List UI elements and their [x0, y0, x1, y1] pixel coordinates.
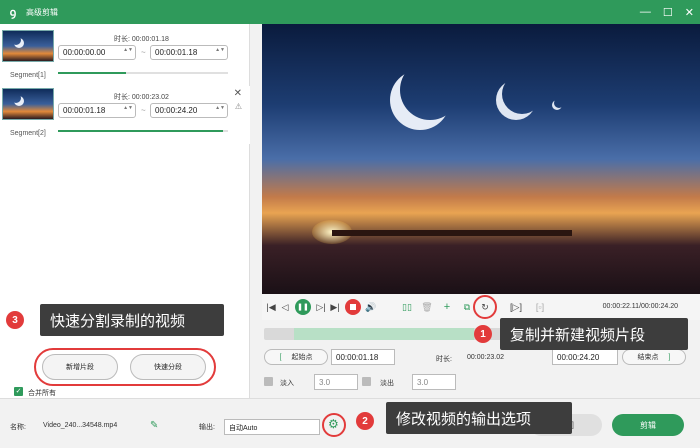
segment-duration: 时长: 00:00:01.18: [114, 36, 169, 43]
video-preview[interactable]: [262, 24, 700, 294]
pier-shape: [332, 230, 572, 236]
segment-end-value: 00:00:01.18: [155, 48, 198, 57]
segment-start-input[interactable]: 00:00:00.00 ▲▼: [58, 45, 136, 60]
segment-label: Segment[2]: [10, 130, 46, 137]
segment-start-value: 00:00:00.00: [63, 48, 106, 57]
minimize-button[interactable]: —: [640, 6, 651, 18]
callout-badge: 3: [6, 311, 24, 329]
edit-name-icon[interactable]: ✎: [150, 420, 158, 431]
range-separator: ~: [141, 106, 146, 115]
end-bracket-icon: ]: [668, 353, 671, 361]
segment-progress-fill: [58, 72, 126, 74]
callout-badge: 2: [356, 412, 374, 430]
skip-end-icon[interactable]: ▶|: [328, 302, 342, 313]
step-back-icon[interactable]: ◁: [278, 302, 292, 313]
set-end-label: 结束点: [637, 354, 659, 361]
segment-label: Segment[1]: [10, 72, 46, 79]
highlight-ring: [34, 348, 216, 386]
timecode-display: 00:00:22.11/00:00:24.20: [602, 303, 678, 310]
moon-shape: [502, 74, 542, 114]
close-button[interactable]: ✕: [685, 6, 694, 19]
delete-icon[interactable]: 🗑: [420, 302, 434, 313]
spinner-icon[interactable]: ▲▼: [123, 47, 133, 53]
callout-output-options: 修改视频的输出选项: [386, 402, 572, 434]
segment-progress-fill: [58, 130, 223, 132]
callout-copy-segment: 复制并新建视频片段: [500, 318, 688, 350]
end-time-input[interactable]: 00:00:24.20: [552, 349, 618, 365]
set-start-button[interactable]: [ 起始点: [264, 349, 328, 365]
pause-button[interactable]: ❚❚: [295, 299, 311, 315]
segment-end-input[interactable]: 00:00:01.18 ▲▼: [150, 45, 228, 60]
fade-in-label: 淡入: [280, 380, 294, 387]
duration-value: 00:00:23.02: [467, 354, 504, 361]
output-label: 输出:: [199, 424, 215, 431]
fade-out-label: 淡出: [380, 380, 394, 387]
snapshot-icon[interactable]: [▫]: [530, 302, 550, 312]
step-forward-icon[interactable]: ▷|: [314, 302, 328, 313]
start-time-input[interactable]: 00:00:01.18: [331, 349, 395, 365]
callout-badge: 1: [474, 325, 492, 343]
name-label: 名称:: [10, 424, 26, 431]
window-title: 高级剪辑: [26, 7, 58, 17]
segment-thumbnail: [2, 30, 54, 62]
add-icon[interactable]: +: [440, 301, 454, 313]
moon-shape: [554, 98, 564, 108]
app-logo-icon: ꝯ: [9, 6, 17, 19]
copy-segment-icon[interactable]: ⧉: [460, 302, 474, 313]
warning-icon: ⚠: [234, 102, 242, 111]
play-range-icon[interactable]: [▷]: [506, 302, 526, 313]
timeline-selected-range[interactable]: [294, 328, 474, 340]
split-icon[interactable]: ▯▯: [400, 302, 414, 313]
duration-label: 时长:: [436, 356, 452, 363]
segment-list-panel: Segment[1] 时长: 00:00:01.18 00:00:00.00 ▲▼…: [0, 24, 250, 398]
file-name: Video_240...34548.mp4: [43, 422, 118, 429]
set-start-label: 起始点: [291, 354, 313, 361]
fade-out-checkbox[interactable]: [362, 377, 371, 386]
moon-shape: [400, 60, 460, 120]
segment-item[interactable]: Segment[2] 时长: 00:00:23.02 00:00:01.18 ▲▼…: [0, 86, 250, 144]
stop-button[interactable]: [345, 299, 361, 315]
segment-duration: 时长: 00:00:23.02: [114, 94, 169, 101]
segment-progress-bar: [58, 130, 228, 132]
stop-icon: [350, 304, 356, 310]
fade-in-checkbox[interactable]: [264, 377, 273, 386]
merge-all-label: 合并所有: [28, 390, 56, 397]
highlight-ring: [322, 413, 346, 437]
spinner-icon[interactable]: ▲▼: [215, 105, 225, 111]
segment-end-input[interactable]: 00:00:24.20 ▲▼: [150, 103, 228, 118]
callout-quick-split: 快速分割录制的视频: [40, 304, 224, 336]
maximize-button[interactable]: ☐: [663, 6, 673, 19]
fade-out-input[interactable]: 3.0: [412, 374, 456, 390]
title-bar: ꝯ 高级剪辑 — ☐ ✕: [0, 0, 700, 24]
output-format-select[interactable]: 自动Auto: [224, 419, 320, 435]
highlight-ring: [473, 295, 497, 319]
spinner-icon[interactable]: ▲▼: [215, 47, 225, 53]
bottom-bar: 名称: Video_240...34548.mp4 ✎ 输出: 自动Auto ⚙…: [0, 398, 700, 448]
cut-button[interactable]: 剪辑: [612, 414, 684, 436]
merge-all-checkbox[interactable]: ✓: [14, 387, 23, 396]
set-end-button[interactable]: 结束点 ]: [622, 349, 686, 365]
segment-start-value: 00:00:01.18: [63, 106, 106, 115]
segment-thumbnail: [2, 88, 54, 120]
segment-start-input[interactable]: 00:00:01.18 ▲▼: [58, 103, 136, 118]
window-controls: — ☐ ✕: [640, 0, 694, 24]
delete-segment-icon[interactable]: ✕: [234, 88, 242, 99]
fade-in-input[interactable]: 3.0: [314, 374, 358, 390]
spinner-icon[interactable]: ▲▼: [123, 105, 133, 111]
start-bracket-icon: [: [279, 353, 282, 361]
segment-progress-bar: [58, 72, 228, 74]
segment-end-value: 00:00:24.20: [155, 106, 198, 115]
skip-start-icon[interactable]: |◀: [264, 302, 278, 313]
segment-item[interactable]: Segment[1] 时长: 00:00:01.18 00:00:00.00 ▲▼…: [0, 28, 250, 86]
range-separator: ~: [141, 48, 146, 57]
volume-icon[interactable]: 🔊: [364, 302, 378, 313]
